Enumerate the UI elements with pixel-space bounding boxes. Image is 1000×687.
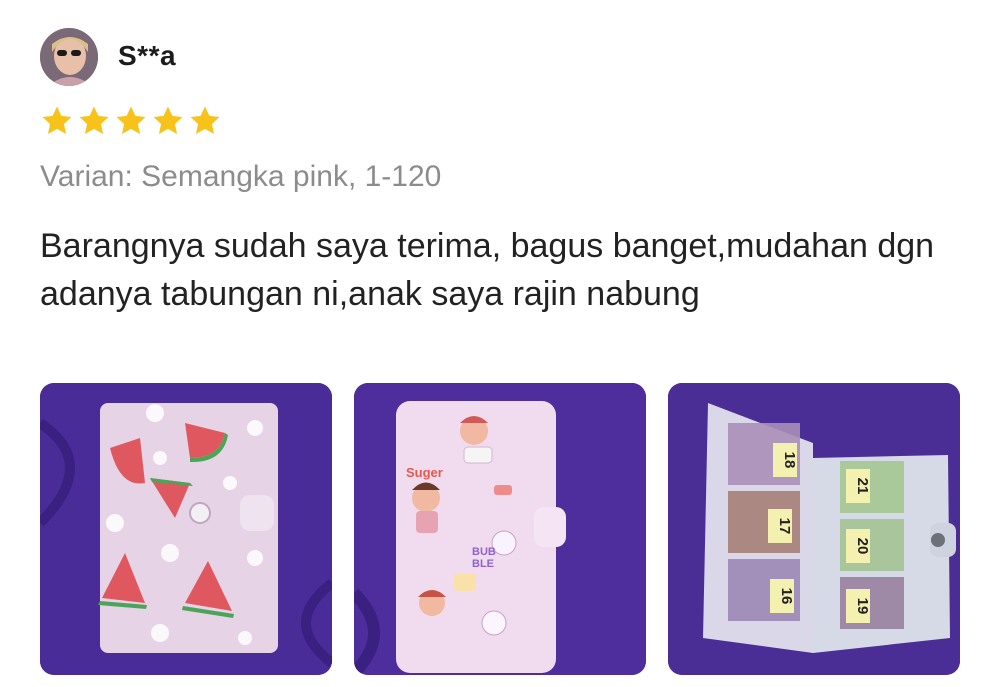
star-icon — [153, 106, 183, 135]
sticker-label-ble: BLE — [472, 558, 494, 570]
star-icon — [42, 106, 72, 135]
review-photo-1[interactable] — [40, 383, 332, 675]
user-avatar[interactable] — [40, 28, 98, 86]
page-number-20: 20 — [854, 538, 871, 555]
page-number-18: 18 — [781, 452, 798, 469]
watermelon-binder-photo — [40, 383, 332, 675]
open-binder-photo: 18 17 16 21 20 19 — [668, 383, 960, 675]
star-rating — [40, 104, 222, 138]
page-number-21: 21 — [854, 478, 871, 495]
page-number-17: 17 — [776, 518, 793, 535]
review-photo-3[interactable]: 18 17 16 21 20 19 — [668, 383, 960, 675]
sticker-binder-photo: Suger BUB BLE — [354, 383, 646, 675]
review-comment: Barangnya sudah saya terima, bagus bange… — [40, 227, 935, 313]
product-variant: Varian: Semangka pink, 1-120 — [40, 160, 442, 193]
review-photo-2[interactable]: Suger BUB BLE — [354, 383, 646, 675]
page-number-19: 19 — [854, 598, 871, 615]
review-card: S**a Varian: Semangka pink, 1-120 Barang… — [0, 0, 1000, 687]
page-number-16: 16 — [778, 588, 795, 605]
star-icon — [79, 106, 109, 135]
username: S**a — [118, 40, 177, 71]
star-icon — [116, 106, 146, 135]
sticker-label-suger: Suger — [406, 465, 443, 480]
star-icon — [190, 106, 220, 135]
sticker-label-bub: BUB — [472, 546, 496, 558]
review-photos: Suger BUB BLE 18 17 16 21 20 19 — [40, 383, 960, 675]
